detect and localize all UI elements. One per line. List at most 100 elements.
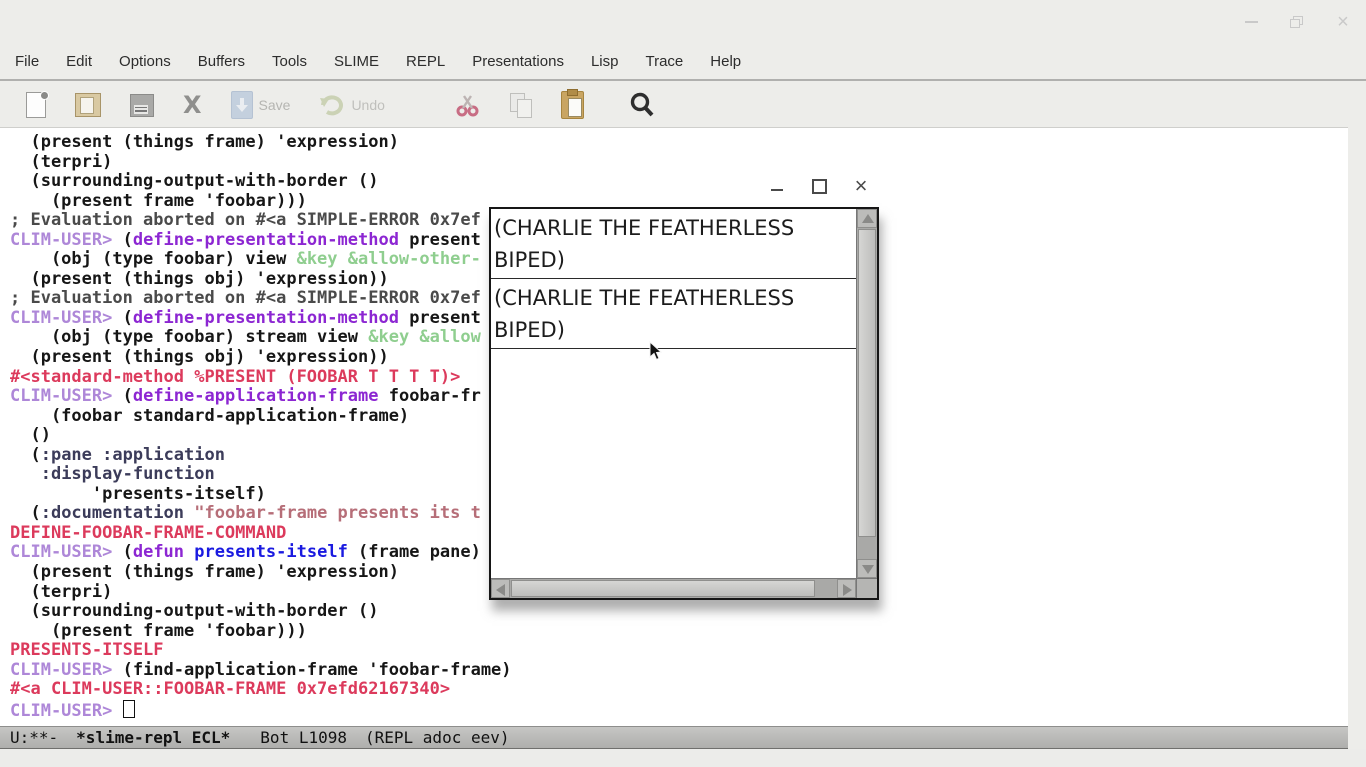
search-icon: [628, 91, 656, 119]
scroll-down-icon[interactable]: [857, 559, 877, 578]
code-segment-prompt: CLIM-USER>: [10, 230, 112, 250]
vertical-scrollbar[interactable]: [856, 209, 877, 578]
echo-area[interactable]: [0, 749, 1366, 767]
clim-minimize-icon[interactable]: [769, 178, 785, 194]
code-segment-plain: (: [10, 445, 41, 465]
code-segment-builtin: :pane: [41, 445, 92, 465]
search-button[interactable]: [628, 90, 656, 120]
code-segment-plain: [92, 445, 102, 465]
code-segment-comment: ; Evaluation aborted on #<a SIMPLE-ERROR…: [10, 210, 481, 230]
code-segment-plain: [184, 542, 194, 562]
paste-button[interactable]: [561, 90, 584, 120]
undo-button[interactable]: Undo: [319, 90, 384, 120]
horizontal-scrollbar-thumb[interactable]: [511, 580, 815, 597]
close-x-icon: X: [183, 93, 202, 117]
code-segment-prompt: CLIM-USER>: [10, 386, 112, 406]
modeline-modes: (REPL adoc eev): [365, 728, 510, 747]
code-segment-builtin: :display-function: [41, 464, 215, 484]
code-segment-red: PRESENTS-ITSELF: [10, 640, 164, 660]
window-close-icon[interactable]: ×: [1334, 13, 1352, 31]
code-segment-red: #<a CLIM-USER::FOOBAR-FRAME 0x7efd621673…: [10, 679, 450, 699]
modeline-buffer-name: *slime-repl ECL*: [76, 728, 230, 747]
modeline-position: Bot L1098: [260, 728, 347, 747]
vertical-scrollbar-thumb[interactable]: [858, 229, 876, 537]
code-segment-plain: (foobar standard-application-frame): [10, 406, 409, 426]
menu-lisp[interactable]: Lisp: [590, 51, 620, 72]
horizontal-scrollbar[interactable]: [491, 578, 856, 598]
menu-tools[interactable]: Tools: [271, 51, 308, 72]
code-segment-prompt: CLIM-USER>: [10, 308, 112, 328]
menu-edit[interactable]: Edit: [65, 51, 93, 72]
menu-buffers[interactable]: Buffers: [197, 51, 246, 72]
menu-repl[interactable]: REPL: [405, 51, 446, 72]
clim-frame-window: × (CHARLIE THE FEATHERLESS BIPED)(CHARLI…: [487, 168, 881, 602]
editor-line: (present (things frame) 'expression): [10, 133, 1348, 153]
code-segment-plain: (: [112, 386, 132, 406]
modeline: U:**- *slime-repl ECL* Bot L1098 (REPL a…: [0, 726, 1348, 749]
code-segment-plain: [10, 464, 41, 484]
code-segment-plain: (obj (type foobar) stream view: [10, 327, 368, 347]
emacs-window: × File Edit Options Buffers Tools SLIME REPL Pr…: [0, 0, 1366, 767]
menu-options[interactable]: Options: [118, 51, 172, 72]
menu-slime[interactable]: SLIME: [333, 51, 380, 72]
code-segment-plain: (obj (type foobar) view: [10, 249, 297, 269]
clim-close-icon[interactable]: ×: [853, 178, 869, 194]
menu-file[interactable]: File: [14, 51, 40, 72]
clim-maximize-icon[interactable]: [811, 178, 827, 194]
code-segment-plain: present: [399, 308, 481, 328]
code-segment-plain: (terpri): [10, 152, 112, 172]
editor-line: #<a CLIM-USER::FOOBAR-FRAME 0x7efd621673…: [10, 680, 1348, 700]
cut-button[interactable]: [455, 90, 481, 120]
text-cursor: [123, 700, 135, 718]
presentation-entry[interactable]: (CHARLIE THE FEATHERLESS BIPED): [491, 279, 856, 349]
copy-button[interactable]: [510, 90, 532, 120]
new-file-button[interactable]: [26, 90, 46, 120]
disk-icon: [130, 94, 154, 117]
editor-line: PRESENTS-ITSELF: [10, 641, 1348, 661]
code-segment-plain: (): [10, 425, 51, 445]
save-button[interactable]: Save: [231, 90, 291, 120]
code-segment-builtin: :documentation: [41, 503, 184, 523]
code-segment-keyword: define-application-frame: [133, 386, 379, 406]
code-segment-builtin: :application: [102, 445, 225, 465]
code-segment-plain: (present (things obj) 'expression)): [10, 269, 389, 289]
window-restore-icon[interactable]: [1288, 13, 1306, 31]
menu-presentations[interactable]: Presentations: [471, 51, 565, 72]
code-segment-plain: (find-application-frame 'foobar-frame): [112, 660, 511, 680]
code-segment-green: &key &allow: [368, 327, 481, 347]
code-segment-plain: present: [399, 230, 481, 250]
menubar: File Edit Options Buffers Tools SLIME REPL Pres…: [0, 44, 1366, 81]
code-segment-plain: (present (things obj) 'expression)): [10, 347, 389, 367]
code-segment-prompt: CLIM-USER>: [10, 542, 112, 562]
menu-trace[interactable]: Trace: [644, 51, 684, 72]
window-minimize-icon[interactable]: [1242, 13, 1260, 31]
code-segment-plain: 'presents-itself): [10, 484, 266, 504]
code-segment-plain: (surrounding-output-with-border (): [10, 171, 378, 191]
scroll-right-icon[interactable]: [837, 579, 856, 598]
scrollbar-corner: [856, 578, 877, 598]
open-file-button[interactable]: [75, 90, 101, 120]
presentation-entry[interactable]: (CHARLIE THE FEATHERLESS BIPED): [491, 209, 856, 279]
window-controls: ×: [1242, 12, 1352, 32]
clim-titlebar[interactable]: ×: [487, 168, 881, 207]
scroll-up-icon[interactable]: [857, 209, 877, 228]
modeline-flags: U:**-: [10, 728, 58, 747]
toolbar: X Save Undo: [0, 83, 1366, 127]
code-segment-keyword: define-presentation-method: [133, 308, 399, 328]
dired-button[interactable]: [130, 90, 154, 120]
code-segment-plain: (present frame 'foobar))): [10, 621, 307, 641]
code-segment-red: DEFINE-FOOBAR-FRAME-COMMAND: [10, 523, 286, 543]
code-segment-plain: (: [10, 503, 41, 523]
clim-application-pane: (CHARLIE THE FEATHERLESS BIPED)(CHARLIE …: [489, 207, 879, 600]
scroll-left-icon[interactable]: [491, 579, 510, 598]
popup-content: (CHARLIE THE FEATHERLESS BIPED)(CHARLIE …: [491, 209, 856, 578]
kill-buffer-button[interactable]: X: [183, 90, 202, 120]
new-file-icon: [26, 92, 46, 118]
code-segment-keyword: defun: [133, 542, 184, 562]
editor-line: (surrounding-output-with-border (): [10, 602, 1348, 622]
code-segment-plain: foobar-fr: [378, 386, 480, 406]
code-segment-plain: (present (things frame) 'expression): [10, 562, 399, 582]
code-segment-plain: [184, 503, 194, 523]
editor-line: CLIM-USER>: [10, 700, 1348, 722]
menu-help[interactable]: Help: [709, 51, 742, 72]
